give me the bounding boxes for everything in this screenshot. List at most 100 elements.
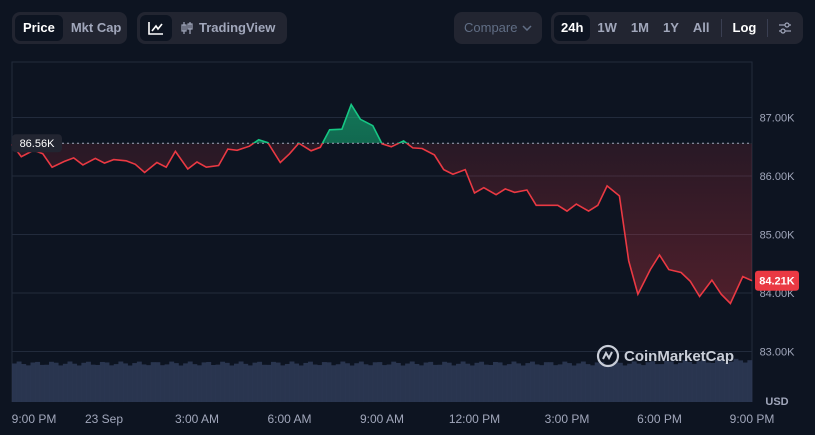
volume-bar xyxy=(682,360,688,402)
volume-bar xyxy=(400,365,406,402)
brand-name: CoinMarketCap xyxy=(624,348,734,365)
volume-bar xyxy=(742,362,748,402)
volume-bar xyxy=(113,364,119,402)
volume-bar xyxy=(525,363,531,402)
x-tick-label: 23 Sep xyxy=(85,412,123,426)
volume-bar xyxy=(155,362,161,402)
volume-bar xyxy=(442,361,448,402)
volume-bar xyxy=(493,361,498,402)
volume-bar xyxy=(243,363,249,402)
volume-bar xyxy=(733,358,739,402)
volume-bar xyxy=(173,363,179,402)
volume-bar xyxy=(409,361,415,402)
volume-bar xyxy=(567,363,572,402)
volume-bar xyxy=(382,365,387,402)
volume-bar xyxy=(53,362,59,402)
volume-bar xyxy=(419,365,424,402)
volume-bar xyxy=(506,364,512,402)
volume-bar xyxy=(289,361,295,402)
volume-bar xyxy=(298,365,304,402)
volume-bar xyxy=(303,362,309,402)
volume-bar xyxy=(354,363,360,402)
volume-bar xyxy=(321,362,327,402)
volume-bar xyxy=(44,364,50,402)
price-chart[interactable]: 87.00K 86.00K 85.00K 84.00K 83.00K 9:00 PM 23… xyxy=(0,0,815,430)
volume-bar xyxy=(132,363,138,402)
volume-bar xyxy=(252,362,258,402)
volume-bar xyxy=(363,364,369,402)
volume-bar xyxy=(469,365,475,402)
volume-bar xyxy=(701,359,707,402)
price-area-fill xyxy=(12,104,752,304)
volume-bar xyxy=(271,361,276,402)
volume-bar xyxy=(516,363,522,402)
price-chart-svg: 87.00K86.00K85.00K84.00K83.00K 9:00 PM 23… xyxy=(11,61,799,426)
volume-bar xyxy=(520,365,526,402)
volume-bar xyxy=(562,361,568,402)
volume-bar xyxy=(631,361,637,402)
y-tick-label: 83.00K xyxy=(760,347,796,359)
x-tick-label: 3:00 PM xyxy=(545,412,590,426)
volume-bar xyxy=(247,365,253,402)
volume-bar xyxy=(580,361,586,402)
y-tick-label: 87.00K xyxy=(760,113,796,125)
volume-bar xyxy=(641,365,646,402)
volume-bar xyxy=(585,364,591,402)
volume-bar xyxy=(446,362,452,402)
volume-bar xyxy=(160,365,165,402)
x-tick-label: 3:00 AM xyxy=(175,412,219,426)
y-tick-label: 85.00K xyxy=(760,230,796,242)
volume-bar xyxy=(76,365,82,402)
volume-bar xyxy=(81,362,87,402)
volume-bar xyxy=(539,365,545,402)
y-tick-label: 86.00K xyxy=(760,171,796,183)
volume-bar xyxy=(645,362,651,402)
volume-bar xyxy=(349,365,355,402)
volume-bar xyxy=(187,361,193,402)
x-tick-label: 6:00 AM xyxy=(267,412,311,426)
volume-bar xyxy=(650,361,656,402)
volume-bar xyxy=(284,363,290,402)
volume-bar xyxy=(386,364,392,402)
volume-bar xyxy=(215,364,221,402)
volume-bar xyxy=(428,361,434,402)
volume-bar xyxy=(372,362,378,402)
volume-bar xyxy=(617,362,623,402)
volume-bar xyxy=(146,365,152,402)
x-tick-label: 9:00 AM xyxy=(360,412,404,426)
volume-bar xyxy=(229,365,235,402)
volume-bar xyxy=(437,364,443,402)
volume-bar xyxy=(553,365,559,402)
volume-bar xyxy=(275,362,281,402)
volume-bar xyxy=(118,361,124,402)
volume-bar xyxy=(451,365,457,402)
volume-bar xyxy=(738,360,744,402)
volume-bar xyxy=(220,361,226,402)
volume-bar xyxy=(668,361,674,402)
volume-bar xyxy=(178,365,184,402)
volume-bar xyxy=(99,361,105,402)
x-tick-label: 12:00 PM xyxy=(449,412,500,426)
volume-bar xyxy=(608,364,614,402)
volume-bar xyxy=(317,365,323,402)
y-axis: 87.00K86.00K85.00K84.00K83.00K xyxy=(760,113,796,359)
reference-price-label: 86.56K xyxy=(20,138,56,150)
price-area-down xyxy=(12,143,752,304)
volume-bar xyxy=(266,364,272,402)
coinmarketcap-logo-icon xyxy=(596,344,620,368)
volume-bar xyxy=(696,361,702,402)
volume-bar xyxy=(414,363,420,402)
volume-bar xyxy=(377,362,383,402)
volume-bar xyxy=(747,360,753,402)
volume-bar xyxy=(691,363,697,402)
volume-bar xyxy=(654,364,660,402)
volume-bar xyxy=(368,365,374,402)
volume-bar xyxy=(25,365,31,402)
volume-bar xyxy=(543,362,549,402)
volume-bar xyxy=(719,359,725,402)
reference-price-badge: 86.56K xyxy=(12,134,62,153)
volume-bar xyxy=(150,362,156,402)
volume-bar xyxy=(391,361,397,402)
volume-bar xyxy=(678,362,683,402)
volume-bar xyxy=(432,364,438,402)
